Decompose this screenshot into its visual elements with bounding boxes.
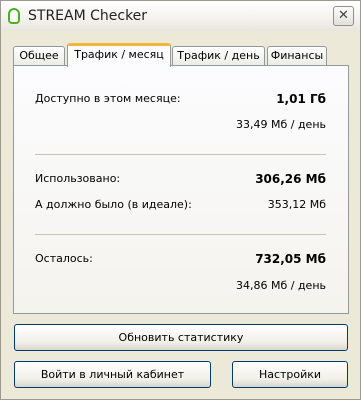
settings-button[interactable]: Настройки: [232, 361, 348, 388]
tab-general[interactable]: Общее: [13, 46, 65, 66]
tab-traffic-month[interactable]: Трафик / месяц: [67, 43, 171, 67]
close-button[interactable]: ✕: [333, 6, 354, 26]
title-bar: STREAM Checker ✕: [1, 1, 360, 31]
should-be-value: 353,12 Мб: [267, 198, 326, 211]
should-be-label: А должно было (в идеале):: [35, 198, 192, 211]
remaining-label: Осталось:: [35, 252, 93, 265]
tab-finance[interactable]: Финансы: [267, 46, 327, 66]
app-window: STREAM Checker ✕ Общее Трафик / месяц Тр…: [0, 0, 361, 400]
close-icon: ✕: [338, 8, 349, 23]
used-label: Использовано:: [35, 172, 121, 185]
window-title: STREAM Checker: [28, 8, 148, 24]
traffic-month-panel: Доступно в этом месяце: 1,01 Гб 33,49 Мб…: [13, 65, 349, 314]
used-value: 306,26 Мб: [255, 172, 326, 186]
divider: [35, 234, 326, 235]
divider: [35, 154, 326, 155]
available-value: 1,01 Гб: [276, 92, 326, 106]
remaining-per-day-value: 34,86 Мб / день: [235, 279, 326, 292]
tab-traffic-day[interactable]: Трафик / день: [172, 46, 265, 66]
available-label: Доступно в этом месяце:: [35, 92, 181, 105]
refresh-stats-button[interactable]: Обновить статистику: [14, 324, 348, 351]
remaining-value: 732,05 Мб: [255, 252, 326, 266]
login-cabinet-button[interactable]: Войти в личный кабинет: [14, 361, 211, 388]
stream-app-icon: [8, 8, 20, 24]
available-per-day-value: 33,49 Мб / день: [235, 118, 326, 131]
